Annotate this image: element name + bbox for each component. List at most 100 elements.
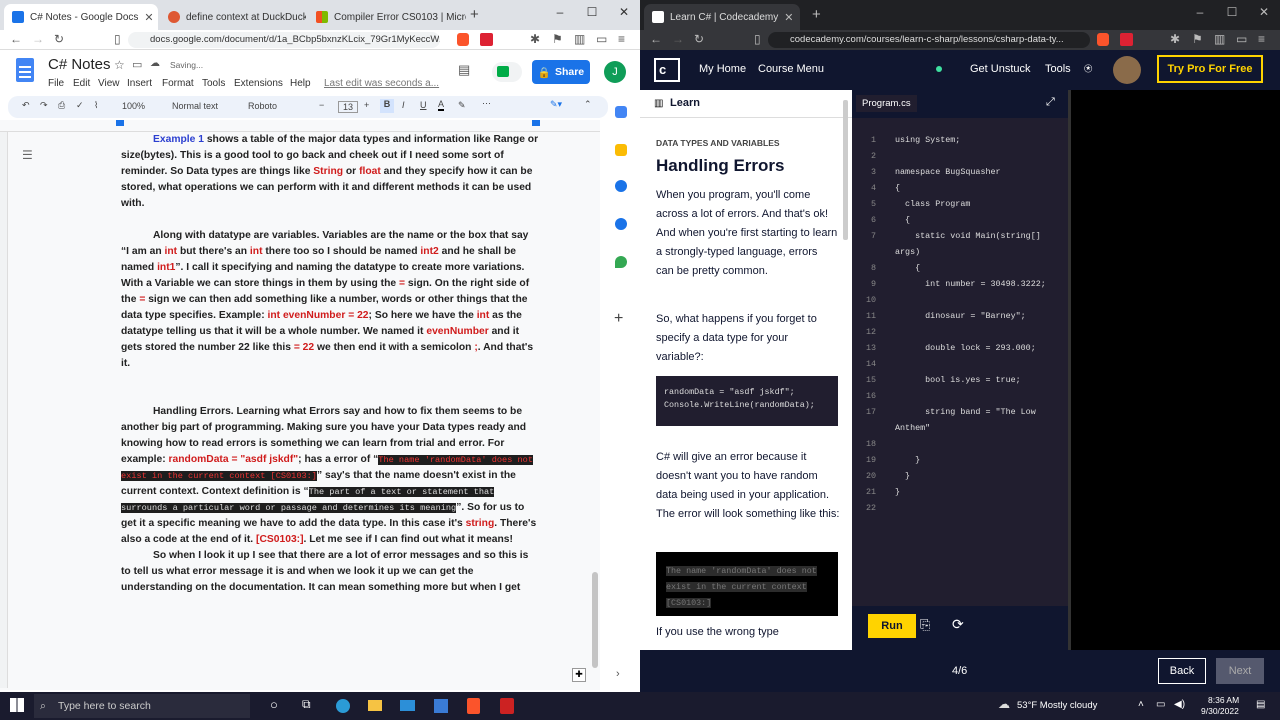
new-tab-icon[interactable]: + [812,6,821,23]
nav-my-home[interactable]: My Home [699,63,746,75]
brave-icon[interactable] [467,698,480,714]
windows-start-icon[interactable] [10,698,24,712]
mail-icon[interactable] [400,700,415,711]
calendar-icon[interactable] [615,106,627,118]
docs-logo-icon[interactable] [16,58,34,82]
help-icon[interactable]: ⍟ [1084,60,1092,77]
weather-text[interactable]: 53°F Mostly cloudy [1017,700,1097,711]
maps-icon[interactable] [615,256,627,268]
bookmark-icon[interactable]: ▯ [114,32,121,46]
brave-rewards-icon[interactable] [1120,33,1133,46]
brave-shield-icon[interactable] [457,33,469,46]
url-field[interactable]: codecademy.com/courses/learn-c-sharp/les… [768,32,1090,48]
style-select[interactable]: Normal text [172,101,218,111]
brave-rewards-icon[interactable] [480,33,493,46]
move-icon[interactable]: ▭ [132,58,142,71]
undo-icon[interactable]: ↶ [22,100,30,111]
sidebar-icon[interactable]: ▥ [1214,32,1225,46]
clock-time[interactable]: 8:36 AM [1208,695,1239,705]
close-icon[interactable]: ✕ [1248,0,1280,24]
extensions-icon[interactable]: ✱ [1170,32,1180,46]
tools-button[interactable]: Tools [1045,63,1071,75]
increase-font-icon[interactable]: + [364,100,369,110]
indent-marker-icon[interactable] [116,120,124,126]
docs-scrollbar[interactable] [592,572,598,668]
bold-icon[interactable]: B [380,99,394,113]
maximize-icon[interactable]: ☐ [1216,0,1248,24]
minimize-icon[interactable]: – [544,0,576,24]
menu-extensions[interactable]: Extensions [234,78,283,89]
reset-icon[interactable]: ⟳ [952,616,964,633]
menu-icon[interactable]: ≡ [618,32,625,46]
right-margin-marker-icon[interactable] [532,120,540,126]
try-pro-button[interactable]: Try Pro For Free [1157,55,1263,83]
brave-rewards-taskbar-icon[interactable] [500,698,514,714]
star-icon[interactable]: ☆ [114,58,125,72]
explore-icon[interactable]: ✚ [572,668,586,682]
file-tab-program-cs[interactable]: Program.cs [856,95,917,112]
extensions-icon[interactable]: ✱ [530,32,540,46]
contacts-icon[interactable] [615,218,627,230]
decrease-font-icon[interactable]: − [319,100,324,110]
meet-button[interactable] [492,62,522,82]
document-body[interactable]: Example 1 shows a table of the major dat… [121,132,539,596]
paint-format-icon[interactable]: ⌇ [94,100,98,111]
italic-icon[interactable]: I [402,100,405,110]
menu-format[interactable]: Format [162,78,194,89]
network-icon[interactable]: ▭ [1156,699,1165,710]
back-button[interactable]: Back [1158,658,1206,684]
tray-chevron-icon[interactable]: ˄ [1138,699,1144,710]
bookmarks-icon[interactable]: ⚑ [552,32,563,46]
taskbar-search[interactable]: ⌕ Type here to search [34,694,250,718]
notification-icon[interactable]: ▤ [1256,699,1265,710]
collapse-icon[interactable]: ⌃ [584,99,592,110]
new-tab-icon[interactable]: + [470,6,479,23]
reload-icon[interactable]: ↻ [54,32,64,46]
menu-edit[interactable]: Edit [73,78,90,89]
outline-icon[interactable]: ☰ [22,148,33,162]
tasks-icon[interactable] [615,180,627,192]
back-icon[interactable]: ← [650,32,662,46]
menu-help[interactable]: Help [290,78,311,89]
print-icon[interactable]: ⎙ [58,100,65,111]
add-addon-icon[interactable]: + [614,310,623,328]
minimize-icon[interactable]: – [1184,0,1216,24]
brave-shield-icon[interactable] [1097,33,1109,46]
clock-date[interactable]: 9/30/2022 [1201,706,1239,716]
learn-tab[interactable]: ▥ Learn [640,90,852,118]
bookmark-icon[interactable]: ▯ [754,32,761,46]
wallet-icon[interactable]: ▭ [596,32,607,46]
close-icon[interactable]: ✕ [784,11,793,24]
keep-icon[interactable] [615,144,627,156]
codecademy-logo-icon[interactable]: c [654,58,680,82]
menu-insert[interactable]: Insert [127,78,152,89]
tab-duckduckgo[interactable]: define context at DuckDuckGo ✕ [160,4,306,30]
zoom-select[interactable]: 100% [122,101,145,111]
nav-course-menu[interactable]: Course Menu [758,63,824,75]
spellcheck-icon[interactable]: ✓ [76,100,84,111]
run-button[interactable]: Run [868,614,916,638]
store-icon[interactable] [434,699,448,713]
text-color-icon[interactable]: A [438,99,445,111]
editing-mode-icon[interactable]: ✎▾ [550,99,562,110]
back-icon[interactable]: ← [10,32,22,46]
doc-title[interactable]: C# Notes [48,56,111,73]
menu-icon[interactable]: ≡ [1258,32,1265,46]
font-size-input[interactable]: 13 [338,101,359,113]
url-field[interactable]: docs.google.com/document/d/1a_BCbp5bxnzK… [128,32,440,48]
menu-tools[interactable]: Tools [202,78,225,89]
tab-google-docs[interactable]: C# Notes - Google Docs ✕ [4,4,158,30]
get-unstuck-button[interactable]: Get Unstuck [970,63,1031,75]
last-edit-link[interactable]: Last edit was seconds a... [324,78,439,89]
next-button[interactable]: Next [1216,658,1264,684]
menu-view[interactable]: View [98,78,120,89]
bookmarks-icon[interactable]: ⚑ [1192,32,1203,46]
highlight-icon[interactable]: ✎ [458,100,466,111]
reload-icon[interactable]: ↻ [694,32,704,46]
forward-icon[interactable]: → [672,32,684,46]
edge-icon[interactable] [336,699,350,713]
tab-codecademy[interactable]: Learn C# | Codecademy ✕ [644,4,800,30]
share-button[interactable]: 🔒 Share [532,60,590,84]
redo-icon[interactable]: ↷ [40,100,48,111]
task-view-icon[interactable]: ⧉ [302,697,311,712]
